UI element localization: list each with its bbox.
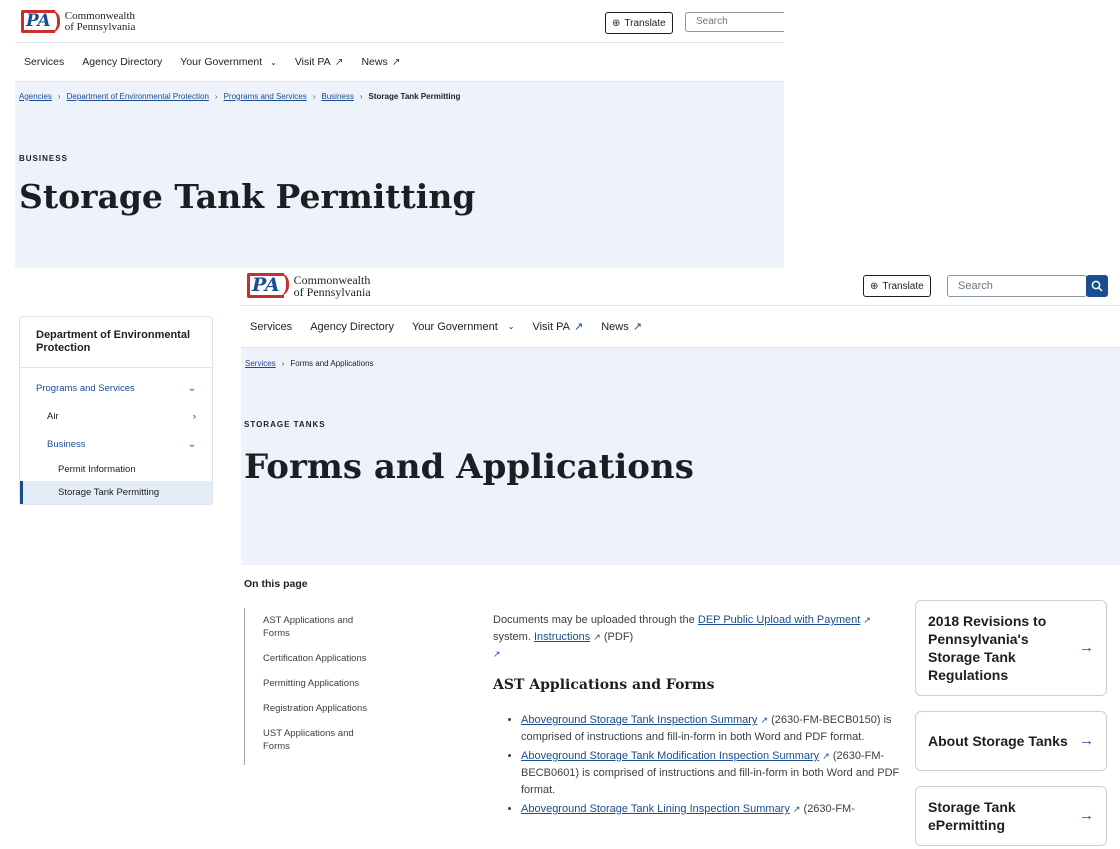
pa-logo-text: Commonwealth of Pennsylvania	[293, 272, 371, 299]
sidenav-heading: Department of Environmental Protection	[20, 317, 212, 368]
nav-services[interactable]: Services	[24, 56, 64, 68]
section-sidenav: Department of Environmental Protection P…	[19, 316, 213, 505]
nav-agency-directory[interactable]: Agency Directory	[310, 321, 394, 333]
foreground-browser-window: PA Commonwealth of Pennsylvania ⊕ Transla…	[241, 268, 1120, 849]
breadcrumb-programs[interactable]: Programs and Services	[224, 92, 307, 101]
breadcrumb-business[interactable]: Business	[321, 92, 353, 101]
breadcrumb-agencies[interactable]: Agencies	[19, 92, 52, 101]
nav-your-government[interactable]: Your Government ⌄	[180, 56, 277, 68]
sidenav-item-permit-info[interactable]: Permit Information	[20, 458, 212, 481]
search-icon	[1091, 280, 1103, 292]
chevron-down-icon: ⌄	[188, 382, 196, 394]
translate-button[interactable]: ⊕ Translate	[863, 275, 931, 297]
nav-news[interactable]: News ↗	[361, 56, 400, 68]
chevron-down-icon: ⌄	[270, 57, 277, 67]
nav-visit-pa[interactable]: Visit PA ↗	[532, 320, 584, 334]
page-eyebrow: STORAGE TANKS	[244, 420, 326, 429]
card-storage-tank-epermitting[interactable]: Storage Tank ePermitting →	[915, 786, 1107, 846]
external-link-icon: ↗	[334, 56, 344, 68]
external-link-icon: ↗	[593, 632, 601, 642]
pa-logo-mark: PA	[21, 10, 60, 33]
main-content: Documents may be uploaded through the DE…	[493, 612, 903, 820]
nav-visit-pa[interactable]: Visit PA ↗	[295, 56, 344, 68]
sidenav-item-programs[interactable]: Programs and Services ⌄	[20, 374, 212, 402]
external-link-icon: ↗	[760, 715, 769, 725]
nav-news[interactable]: News ↗	[601, 320, 642, 334]
list-item: Aboveground Storage Tank Modification In…	[521, 748, 903, 799]
breadcrumb-dep[interactable]: Department of Environmental Protection	[67, 92, 209, 101]
ast-inspection-summary-link[interactable]: Aboveground Storage Tank Inspection Summ…	[521, 714, 757, 726]
related-links: 2018 Revisions to Pennsylvania's Storage…	[915, 600, 1107, 849]
background-browser-window: PA Commonwealth of Pennsylvania ⊕ Transla…	[15, 5, 784, 268]
ast-forms-list: Aboveground Storage Tank Inspection Summ…	[493, 712, 903, 818]
sidenav-item-air[interactable]: Air ›	[20, 402, 212, 430]
ast-lining-summary-link[interactable]: Aboveground Storage Tank Lining Inspecti…	[521, 803, 790, 815]
globe-icon: ⊕	[870, 280, 879, 292]
instructions-link[interactable]: Instructions	[534, 631, 590, 643]
external-link-icon: ↗	[493, 649, 501, 659]
site-header: PA Commonwealth of Pennsylvania ⊕ Transla…	[15, 5, 784, 43]
chevron-right-icon: ›	[192, 410, 196, 422]
pa-logo-text: Commonwealth of Pennsylvania	[64, 9, 136, 33]
list-item: Aboveground Storage Tank Lining Inspecti…	[521, 801, 903, 818]
search-input[interactable]: Search	[947, 275, 1087, 297]
arrow-right-icon: →	[1079, 732, 1094, 749]
page-hero: Services › Forms and Applications STORAGE…	[241, 348, 1120, 565]
nav-services[interactable]: Services	[250, 321, 292, 333]
toc-item-ast[interactable]: AST Applications and Forms	[263, 614, 373, 640]
breadcrumb-services[interactable]: Services	[245, 359, 276, 368]
pa-logo-mark: PA	[247, 273, 289, 298]
external-link-icon: ↗	[391, 56, 401, 68]
site-header: PA Commonwealth of Pennsylvania ⊕ Transla…	[241, 268, 1120, 306]
intro-paragraph: Documents may be uploaded through the DE…	[493, 614, 871, 659]
card-2018-revisions[interactable]: 2018 Revisions to Pennsylvania's Storage…	[915, 600, 1107, 696]
external-link-icon: ↗	[792, 804, 801, 814]
on-this-page-label: On this page	[244, 578, 308, 590]
breadcrumb: Services › Forms and Applications	[245, 358, 374, 368]
external-link-icon: ↗	[632, 321, 642, 333]
on-this-page-toc: AST Applications and Forms Certification…	[244, 608, 413, 765]
page-hero: Agencies › Department of Environmental Pr…	[15, 82, 784, 268]
breadcrumb: Agencies › Department of Environmental Pr…	[19, 91, 461, 101]
nav-agency-directory[interactable]: Agency Directory	[82, 56, 162, 68]
card-about-storage-tanks[interactable]: About Storage Tanks →	[915, 711, 1107, 771]
external-link-icon: ↗	[573, 321, 584, 333]
sidenav-item-business[interactable]: Business ⌄	[20, 430, 212, 458]
section-heading-ast: AST Applications and Forms	[493, 677, 715, 693]
arrow-right-icon: →	[1079, 807, 1094, 824]
translate-button[interactable]: ⊕ Translate	[605, 12, 673, 34]
search-input[interactable]: Search	[685, 12, 784, 32]
sidenav-item-storage-tank-permitting[interactable]: Storage Tank Permitting	[20, 481, 212, 504]
pa-logo[interactable]: PA Commonwealth of Pennsylvania	[21, 10, 135, 33]
arrow-right-icon: →	[1079, 639, 1094, 656]
toc-item-registration[interactable]: Registration Applications	[263, 702, 413, 715]
page-title: Forms and Applications	[244, 447, 694, 487]
search-button[interactable]	[1086, 275, 1108, 297]
dep-public-upload-link[interactable]: DEP Public Upload with Payment	[698, 614, 860, 626]
background-sidenav-panel: Department of Environmental Protection P…	[15, 268, 241, 516]
chevron-down-icon: ⌄	[188, 438, 196, 450]
breadcrumb-current: Storage Tank Permitting	[368, 91, 461, 101]
toc-item-certification[interactable]: Certification Applications	[263, 652, 413, 665]
pa-logo[interactable]: PA Commonwealth of Pennsylvania	[247, 273, 371, 298]
external-link-icon: ↗	[863, 615, 871, 625]
toc-item-permitting[interactable]: Permitting Applications	[263, 677, 413, 690]
main-nav: Services Agency Directory Your Governmen…	[15, 43, 784, 82]
globe-icon: ⊕	[612, 17, 621, 29]
page-title: Storage Tank Permitting	[19, 177, 476, 216]
main-nav: Services Agency Directory Your Governmen…	[241, 306, 1120, 348]
nav-your-government[interactable]: Your Government ⌄	[412, 321, 515, 333]
ast-modification-summary-link[interactable]: Aboveground Storage Tank Modification In…	[521, 750, 819, 762]
list-item: Aboveground Storage Tank Inspection Summ…	[521, 712, 903, 746]
chevron-down-icon: ⌄	[507, 322, 515, 331]
page-eyebrow: BUSINESS	[19, 154, 68, 163]
toc-item-ust[interactable]: UST Applications and Forms	[263, 727, 373, 753]
breadcrumb-current: Forms and Applications	[290, 358, 374, 368]
external-link-icon: ↗	[822, 751, 830, 761]
